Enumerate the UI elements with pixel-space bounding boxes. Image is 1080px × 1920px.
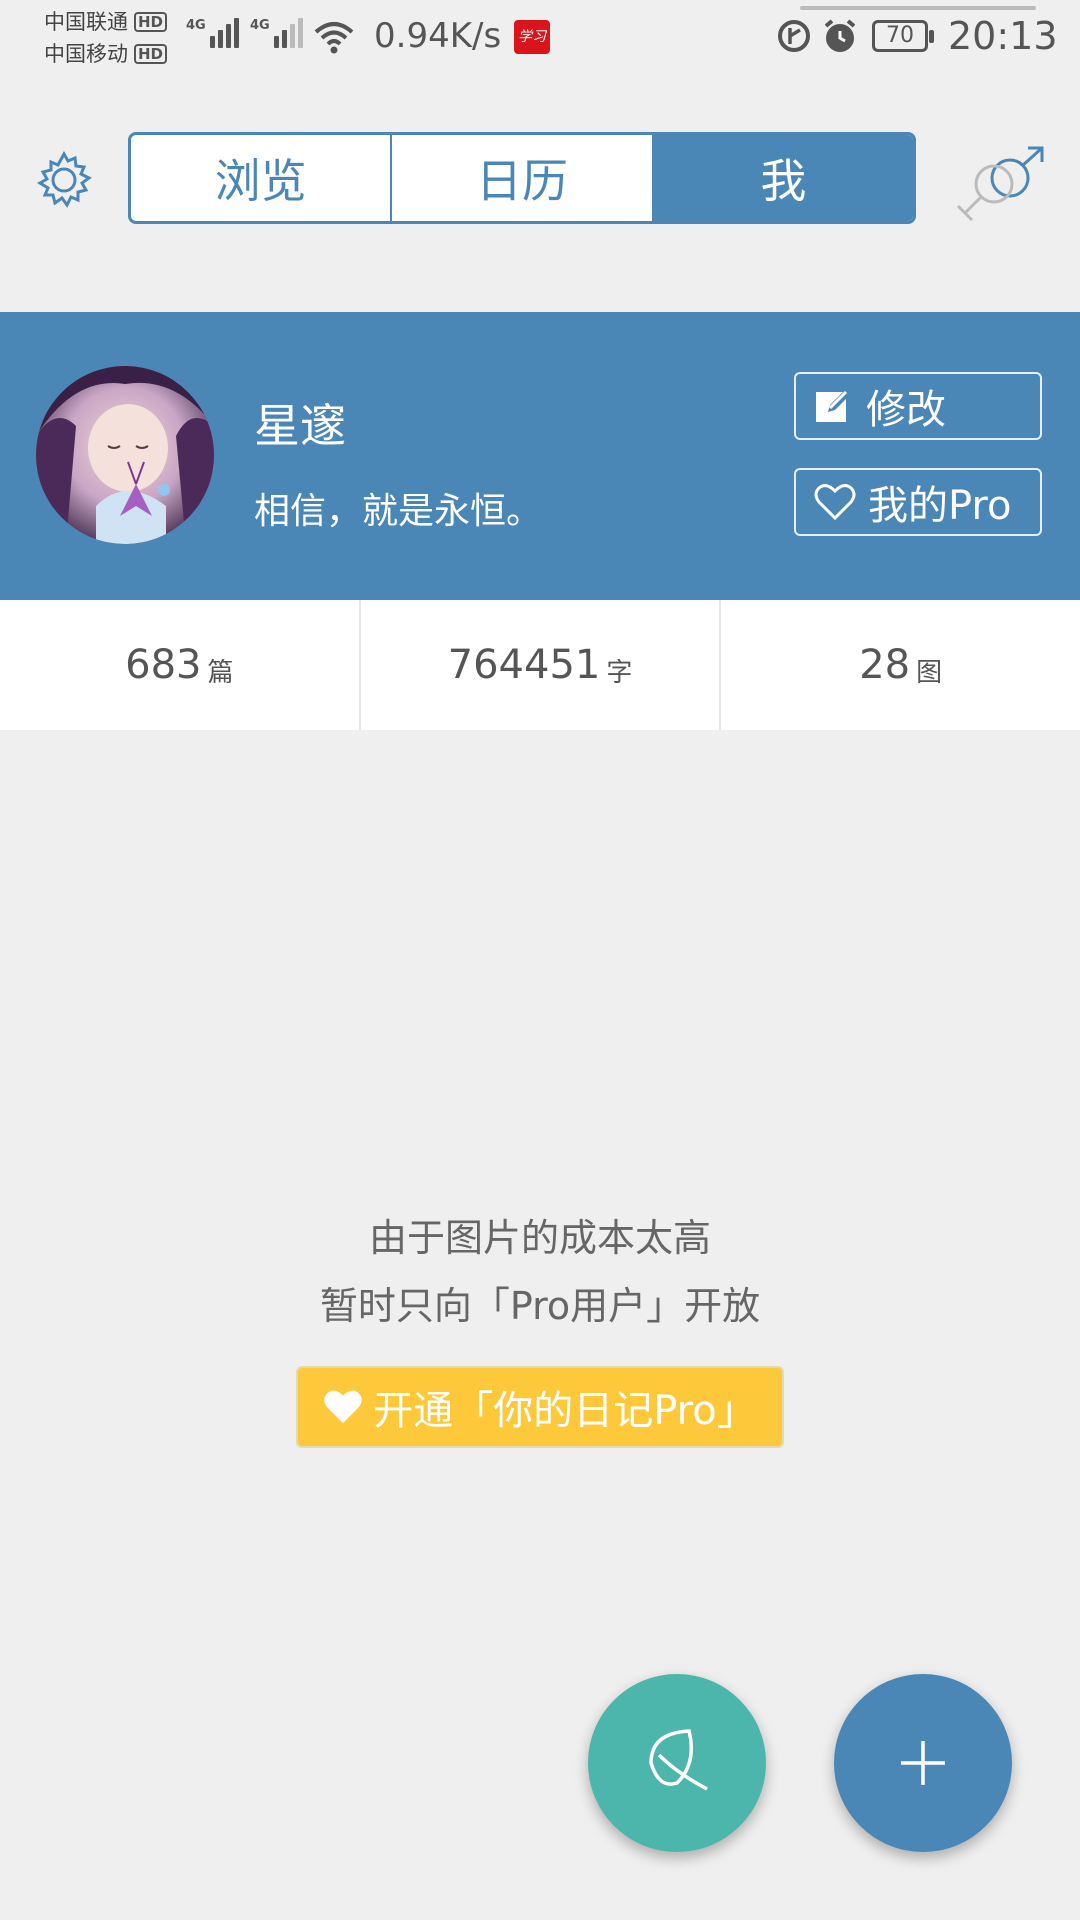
status-indicator-line (800, 6, 1036, 10)
edit-icon (816, 387, 853, 422)
stat-value: 28 (859, 642, 911, 688)
pro-notice: 由于图片的成本太高 暂时只向「Pro用户」开放 (0, 1204, 1080, 1340)
stat-unit: 字 (606, 657, 633, 688)
stat-images[interactable]: 28 图 (721, 600, 1080, 730)
carrier-info: 中国联通 HD 中国移动 HD (44, 6, 168, 70)
gear-icon[interactable] (34, 150, 94, 210)
my-pro-button[interactable]: 我的Pro (794, 468, 1042, 536)
heart-outline-icon (814, 484, 856, 521)
write-diary-button[interactable] (588, 1674, 766, 1852)
tab-browse[interactable]: 浏览 (131, 135, 393, 221)
notice-line-1: 由于图片的成本太高 (368, 1216, 711, 1260)
upgrade-label: 开通「你的日记Pro」 (373, 1388, 757, 1434)
signal-strength-icon: 4G (186, 18, 242, 48)
my-pro-label: 我的Pro (868, 483, 1012, 529)
avatar[interactable] (36, 366, 214, 544)
user-motto: 相信，就是永恒。 (254, 491, 543, 532)
stat-value: 764451 (447, 642, 601, 688)
hd-badge: HD (134, 44, 168, 64)
leaf-icon (649, 1729, 708, 1791)
hd-badge: HD (134, 12, 168, 32)
plus-icon (901, 1741, 945, 1785)
network-speed: 0.94K/s (374, 16, 502, 56)
gender-male-female-icon[interactable] (952, 144, 1046, 222)
clock: 20:13 (948, 14, 1058, 58)
user-name: 星邃 (254, 399, 346, 453)
status-bar: 中国联通 HD 中国移动 HD 4G 4G 0.94K/s 学习 70 20:13 (0, 0, 1080, 80)
stat-unit: 图 (916, 657, 943, 688)
tab-me[interactable]: 我 (653, 135, 913, 221)
alarm-icon (824, 19, 856, 52)
stat-value: 683 (125, 642, 202, 688)
carrier-1: 中国联通 (44, 10, 128, 34)
heart-icon (324, 1390, 362, 1424)
notice-line-2: 暂时只向「Pro用户」开放 (319, 1284, 761, 1328)
carrier-2: 中国移动 (44, 42, 128, 66)
wifi-icon (314, 22, 354, 54)
upgrade-pro-button[interactable]: 开通「你的日记Pro」 (296, 1366, 784, 1448)
tab-calendar[interactable]: 日历 (392, 135, 654, 221)
data-saver-icon (778, 20, 810, 52)
stat-unit: 篇 (207, 657, 234, 688)
main-tabs: 浏览 日历 我 (128, 132, 916, 224)
stat-entries[interactable]: 683 篇 (0, 600, 361, 730)
stat-words[interactable]: 764451 字 (361, 600, 722, 730)
profile-banner: 星邃 相信，就是永恒。 修改 我的Pro (0, 312, 1080, 600)
signal-strength-icon: 4G (250, 18, 306, 48)
stats-bar: 683 篇 764451 字 28 图 (0, 600, 1080, 730)
add-button[interactable] (834, 1674, 1012, 1852)
edit-profile-button[interactable]: 修改 (794, 372, 1042, 440)
edit-label: 修改 (866, 387, 946, 433)
battery-icon: 70 (872, 20, 934, 52)
app-notification-icon: 学习 (514, 20, 550, 54)
